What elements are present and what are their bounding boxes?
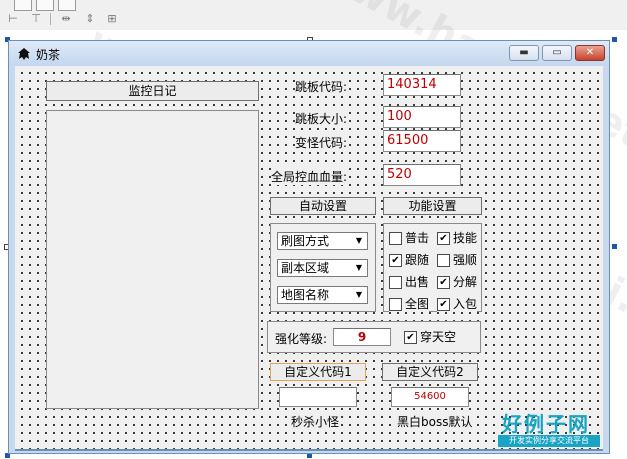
form-window: 奶茶 ▬ ▭ ✕ 监控日记 跳板代码: 140314 跳板大小: 100 变怪代… bbox=[8, 40, 610, 454]
checkbox-label: 穿天空 bbox=[420, 330, 457, 344]
custom-code-2-button[interactable]: 自定义代码2 bbox=[382, 363, 478, 381]
log-textbox[interactable] bbox=[46, 110, 259, 409]
chevron-down-icon[interactable]: ▼ bbox=[353, 262, 365, 274]
custom-code-1-button[interactable]: 自定义代码1 bbox=[270, 363, 366, 381]
auto-settings-button[interactable]: 自动设置 bbox=[270, 197, 376, 215]
checkbox-force-follow[interactable]: 强顺 bbox=[437, 252, 478, 268]
field-label-4: 全局控血血量: bbox=[271, 168, 348, 185]
checkbox-normal-attack[interactable]: 普击 bbox=[389, 230, 430, 246]
chevron-down-icon[interactable]: ▼ bbox=[353, 289, 365, 301]
checkbox-skill[interactable]: ✔ 技能 bbox=[437, 230, 478, 246]
dungeon-area-combo[interactable]: 副本区域 ▼ bbox=[277, 259, 368, 277]
resize-handle[interactable] bbox=[612, 37, 617, 42]
same-size-icon[interactable]: ⊞ bbox=[104, 12, 120, 26]
farm-mode-combo[interactable]: 刷图方式 ▼ bbox=[277, 232, 368, 250]
check-icon[interactable]: ✔ bbox=[404, 331, 417, 344]
caption-kill-mobs: 秒杀小怪 bbox=[291, 413, 340, 430]
site-logo: 好例子网 开发实例分享交流平台 bbox=[498, 408, 600, 450]
check-icon[interactable]: ✔ bbox=[389, 254, 402, 267]
align-left-icon[interactable]: ⊢ bbox=[5, 12, 21, 26]
checkbox-follow[interactable]: ✔ 跟随 bbox=[389, 252, 430, 268]
toolbar-button-3[interactable] bbox=[58, 0, 76, 11]
checkbox-full-map[interactable]: 全图 bbox=[389, 296, 430, 312]
check-icon[interactable]: ✔ bbox=[437, 232, 450, 245]
minimize-button[interactable]: ▬ bbox=[509, 45, 539, 61]
check-icon[interactable]: ✔ bbox=[437, 298, 450, 311]
caption-boss-default: 黑白boss默认 bbox=[397, 413, 473, 430]
field-input-2[interactable]: 100 bbox=[383, 106, 461, 128]
toolbar-separator bbox=[50, 13, 51, 25]
resize-handle[interactable] bbox=[612, 244, 617, 249]
align-top-icon[interactable]: ⊤ bbox=[28, 12, 44, 26]
monitor-log-button[interactable]: 监控日记 bbox=[46, 81, 259, 101]
checkbox-label: 入包 bbox=[453, 297, 478, 311]
function-settings-button[interactable]: 功能设置 bbox=[383, 197, 482, 215]
field-label-3: 变怪代码: bbox=[295, 134, 348, 151]
toolbar-button-1[interactable] bbox=[14, 0, 32, 11]
checkbox-sell[interactable]: 出售 bbox=[389, 274, 430, 290]
window-title: 奶茶 bbox=[36, 48, 61, 62]
custom-code-1-input[interactable] bbox=[279, 387, 357, 407]
title-bar[interactable]: 奶茶 ▬ ▭ ✕ bbox=[9, 41, 609, 66]
checkbox-pierce-sky[interactable]: ✔ 穿天空 bbox=[404, 329, 457, 345]
combo-group: 刷图方式 ▼ 副本区域 ▼ 地图名称 ▼ bbox=[270, 223, 376, 312]
field-label-1: 跳板代码: bbox=[295, 78, 348, 95]
enhance-label: 强化等级: bbox=[275, 330, 328, 347]
map-name-combo[interactable]: 地图名称 ▼ bbox=[277, 286, 368, 304]
combo-value: 副本区域 bbox=[281, 261, 330, 275]
checkbox-to-bag[interactable]: ✔ 入包 bbox=[437, 296, 478, 312]
combo-value: 刷图方式 bbox=[281, 234, 330, 248]
checkbox-label: 分解 bbox=[453, 275, 478, 289]
checkbox-label: 跟随 bbox=[405, 253, 430, 267]
checkbox-disassemble[interactable]: ✔ 分解 bbox=[437, 274, 478, 290]
toolbar-button-2[interactable] bbox=[36, 0, 54, 11]
checkbox-label: 技能 bbox=[453, 231, 478, 245]
combo-value: 地图名称 bbox=[281, 288, 330, 302]
app-icon bbox=[18, 48, 30, 60]
checkbox-label: 普击 bbox=[405, 231, 430, 245]
logo-subtitle: 开发实例分享交流平台 bbox=[498, 435, 600, 447]
form-client-area: 监控日记 跳板代码: 140314 跳板大小: 100 变怪代码: 61500 … bbox=[15, 66, 603, 451]
checkbox-box[interactable] bbox=[389, 276, 402, 289]
enhance-group: 强化等级: 9 ✔ 穿天空 bbox=[267, 321, 481, 353]
enhance-level-input[interactable]: 9 bbox=[333, 328, 391, 346]
maximize-button[interactable]: ▭ bbox=[542, 45, 572, 61]
checkbox-label: 出售 bbox=[405, 275, 430, 289]
checkbox-box[interactable] bbox=[389, 232, 402, 245]
feature-checkbox-group: 普击 ✔ 技能 ✔ 跟随 强顺 出售 ✔ 分解 全图 ✔ 入包 bbox=[383, 223, 482, 312]
field-label-2: 跳板大小: bbox=[295, 110, 348, 127]
checkbox-label: 强顺 bbox=[453, 253, 478, 267]
same-width-icon[interactable]: ⇹ bbox=[58, 12, 74, 26]
checkbox-label: 全图 bbox=[405, 297, 430, 311]
field-input-3[interactable]: 61500 bbox=[383, 130, 461, 152]
close-button[interactable]: ✕ bbox=[575, 45, 605, 61]
field-input-1[interactable]: 140314 bbox=[383, 74, 461, 96]
logo-title: 好例子网 bbox=[502, 412, 590, 436]
same-height-icon[interactable]: ⇕ bbox=[82, 12, 98, 26]
checkbox-box[interactable] bbox=[437, 254, 450, 267]
field-input-4[interactable]: 520 bbox=[383, 164, 461, 186]
chevron-down-icon[interactable]: ▼ bbox=[353, 235, 365, 247]
checkbox-box[interactable] bbox=[389, 298, 402, 311]
ide-toolbar: ⊢ ⊤ ⇹ ⇕ ⊞ bbox=[0, 0, 627, 30]
custom-code-2-input[interactable]: 54600 bbox=[391, 387, 469, 407]
check-icon[interactable]: ✔ bbox=[437, 276, 450, 289]
